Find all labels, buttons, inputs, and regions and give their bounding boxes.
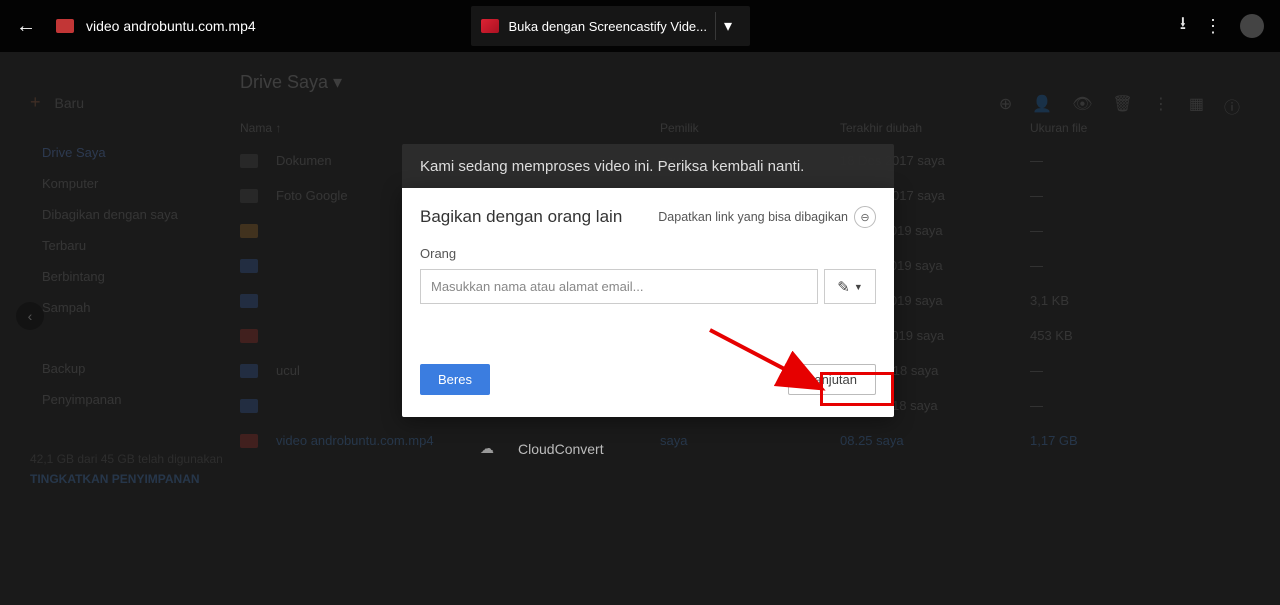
- get-shareable-link[interactable]: Dapatkan link yang bisa dibagikan ⊖: [658, 206, 876, 228]
- file-icon: [240, 224, 258, 238]
- open-with-dropdown-icon[interactable]: ▾: [715, 12, 740, 40]
- sidebar-item-shared[interactable]: Dibagikan dengan saya: [12, 199, 222, 230]
- screencastify-icon: [481, 19, 499, 33]
- file-icon: [240, 294, 258, 308]
- row-name: Foto Google: [276, 188, 348, 203]
- sidebar-item-recent[interactable]: Terbaru: [12, 230, 222, 261]
- file-icon: [240, 329, 258, 343]
- row-size: —: [1030, 223, 1130, 238]
- open-with-label: Buka dengan Screencastify Vide...: [509, 19, 708, 34]
- row-size: 1,17 GB: [1030, 433, 1130, 448]
- new-button[interactable]: Baru: [12, 92, 222, 113]
- done-button[interactable]: Beres: [420, 364, 490, 395]
- row-modified: 08.25 saya: [840, 433, 1030, 448]
- file-icon: [240, 399, 258, 413]
- video-file-icon: [56, 19, 74, 33]
- link-icon[interactable]: ⊕: [999, 94, 1012, 118]
- column-modified[interactable]: Terakhir diubah: [840, 121, 1030, 135]
- row-size: —: [1030, 363, 1130, 378]
- advanced-button[interactable]: Lanjutan: [788, 364, 876, 395]
- row-owner: saya: [660, 433, 840, 448]
- column-size[interactable]: Ukuran file: [1030, 121, 1130, 135]
- row-size: —: [1030, 258, 1130, 273]
- sidebar-item-backup[interactable]: Backup: [12, 353, 222, 384]
- file-icon: [240, 434, 258, 448]
- cloudconvert-label: CloudConvert: [518, 441, 604, 457]
- details-icon[interactable]: ⓘ: [1224, 94, 1240, 118]
- row-name: ucul: [276, 363, 300, 378]
- file-title: video androbuntu.com.mp4: [86, 18, 256, 34]
- share-title: Bagikan dengan orang lain: [420, 207, 622, 227]
- sidebar-item-storage[interactable]: Penyimpanan: [12, 384, 222, 415]
- avatar[interactable]: [1240, 14, 1264, 38]
- table-row[interactable]: video androbuntu.com.mp4 saya08.25 saya1,…: [240, 423, 1250, 458]
- pencil-icon: [837, 278, 850, 296]
- storage-used-text: 42,1 GB dari 45 GB telah digunakan: [30, 452, 223, 466]
- sidebar-item-mydrive[interactable]: Drive Saya: [12, 137, 222, 168]
- upgrade-storage-link[interactable]: TINGKATKAN PENYIMPANAN: [30, 472, 223, 486]
- file-icon: [240, 259, 258, 273]
- shareable-link-label: Dapatkan link yang bisa dibagikan: [658, 210, 848, 224]
- file-icon: [240, 154, 258, 168]
- file-icon: [240, 364, 258, 378]
- permission-dropdown[interactable]: ▼: [824, 269, 876, 304]
- row-size: 453 KB: [1030, 328, 1130, 343]
- collapse-chevron-icon[interactable]: ‹: [16, 302, 44, 330]
- column-name[interactable]: Nama ↑: [240, 121, 660, 135]
- row-size: 3,1 KB: [1030, 293, 1130, 308]
- share-modal: Bagikan dengan orang lain Dapatkan link …: [402, 188, 894, 417]
- share-person-icon[interactable]: 👤: [1032, 94, 1052, 118]
- processing-notice: Kami sedang memproses video ini. Periksa…: [402, 144, 894, 189]
- row-name: video androbuntu.com.mp4: [276, 433, 434, 448]
- sidebar-item-starred[interactable]: Berbintang: [12, 261, 222, 292]
- download-icon[interactable]: ⭳: [1180, 11, 1186, 41]
- back-arrow-icon[interactable]: ←: [16, 15, 36, 38]
- chevron-down-icon: ▼: [854, 282, 863, 292]
- delete-icon[interactable]: 🗑: [1113, 94, 1133, 118]
- row-size: —: [1030, 398, 1130, 413]
- cloud-icon: ☁: [480, 440, 494, 457]
- file-icon: [240, 189, 258, 203]
- processing-message: Kami sedang memproses video ini. Periksa…: [420, 158, 804, 175]
- preview-eye-icon[interactable]: 👁: [1072, 94, 1092, 118]
- viewer-bar: ← video androbuntu.com.mp4 Buka dengan S…: [0, 0, 1280, 52]
- open-with-button[interactable]: Buka dengan Screencastify Vide... ▾: [471, 6, 751, 46]
- grid-view-icon[interactable]: ▦: [1189, 94, 1204, 118]
- column-owner[interactable]: Pemilik: [660, 121, 840, 135]
- people-label: Orang: [420, 246, 876, 261]
- cloudconvert-row[interactable]: ☁ CloudConvert: [480, 440, 604, 457]
- breadcrumb[interactable]: Drive Saya ▾: [240, 72, 1250, 93]
- row-name: Dokumen: [276, 153, 332, 168]
- row-size: —: [1030, 153, 1130, 168]
- more-actions-icon[interactable]: ⋮: [1204, 16, 1222, 37]
- sidebar-item-computer[interactable]: Komputer: [12, 168, 222, 199]
- people-input[interactable]: [420, 269, 818, 304]
- more-icon[interactable]: ⋮: [1153, 94, 1169, 118]
- row-size: —: [1030, 188, 1130, 203]
- link-chain-icon: ⊖: [854, 206, 876, 228]
